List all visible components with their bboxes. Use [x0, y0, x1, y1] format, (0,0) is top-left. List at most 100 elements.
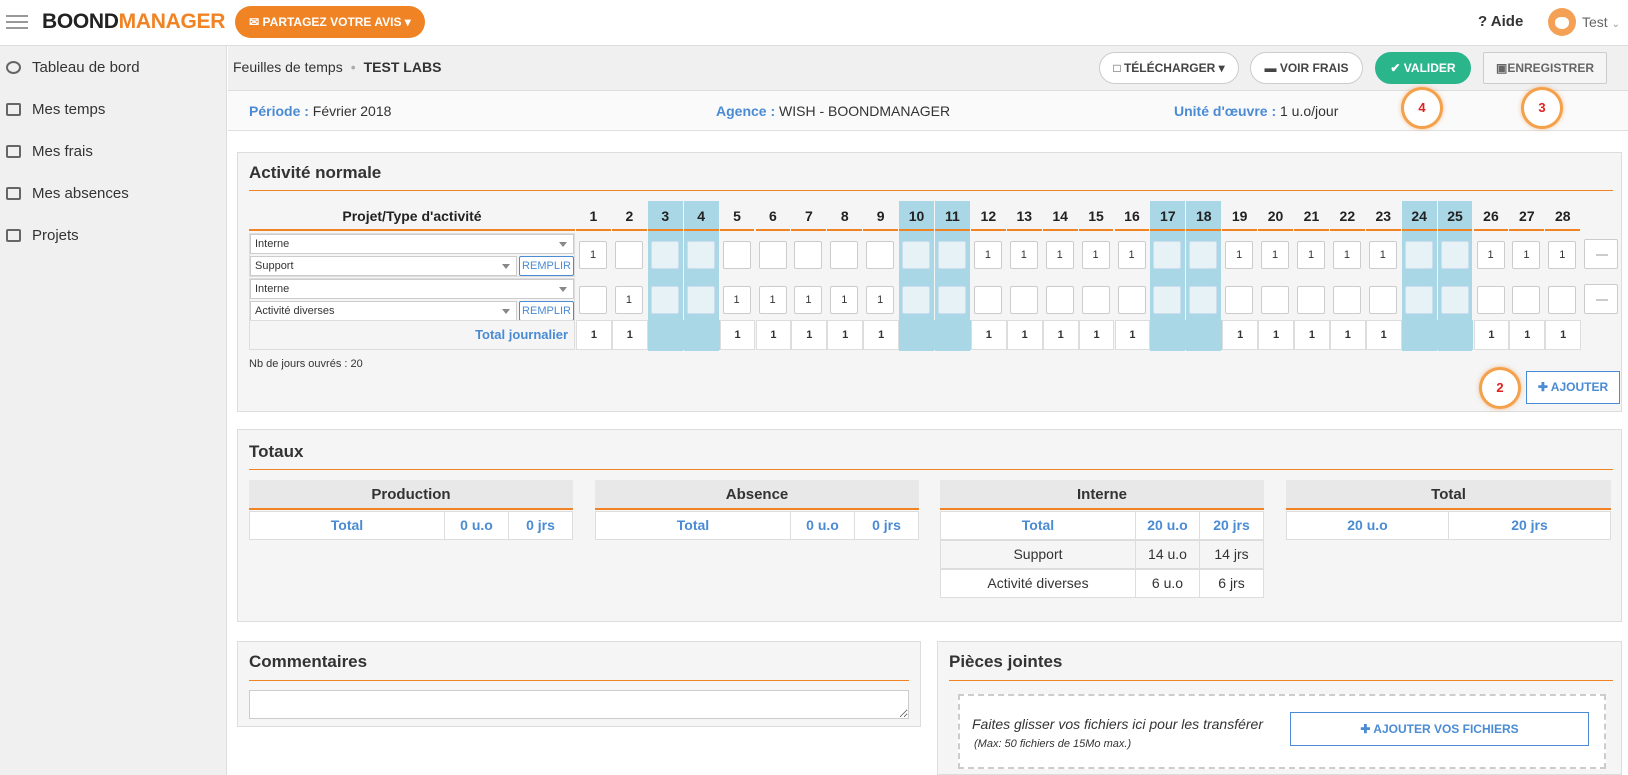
internal-row-uo: 6 u.o: [1135, 569, 1200, 598]
fill-button[interactable]: REMPLIR: [519, 301, 574, 321]
day-input[interactable]: 1: [1548, 241, 1577, 269]
validate-button[interactable]: ✔ VALIDER: [1375, 52, 1471, 84]
comment-input[interactable]: [249, 690, 909, 719]
user-menu[interactable]: Test ⌄: [1582, 14, 1620, 30]
logo[interactable]: BOONDMANAGER: [42, 10, 225, 34]
internal-row-name: Support: [940, 540, 1136, 569]
remove-row-button[interactable]: [1584, 239, 1619, 269]
sidebar-item-times[interactable]: Mes temps: [0, 96, 227, 126]
day-input[interactable]: 1: [1117, 241, 1146, 269]
day-input[interactable]: 1: [1297, 241, 1325, 269]
day-input[interactable]: 1: [1332, 241, 1361, 269]
category-select[interactable]: Interne: [250, 234, 574, 254]
activity-select[interactable]: Support: [250, 256, 517, 276]
activity-select[interactable]: Activité diverses: [250, 301, 517, 321]
category-select[interactable]: Interne: [250, 279, 574, 299]
day-input[interactable]: 1: [1512, 241, 1541, 269]
help-link[interactable]: ? Aide: [1478, 13, 1523, 30]
day-input[interactable]: [1548, 286, 1577, 314]
attachments-title: Pièces jointes: [949, 652, 1063, 671]
day-input[interactable]: [686, 286, 715, 314]
day-input[interactable]: [1297, 286, 1325, 314]
daily-total-cell: [935, 320, 971, 350]
day-input[interactable]: [973, 286, 1002, 314]
work-unit: Unité d'œuvre : 1 u.o/jour: [1174, 103, 1339, 119]
day-input[interactable]: 1: [1009, 241, 1038, 269]
day-input[interactable]: [1440, 286, 1469, 314]
day-input[interactable]: 1: [722, 286, 751, 314]
view-expenses-button[interactable]: ▬ VOIR FRAIS: [1250, 52, 1363, 84]
day-input[interactable]: [1261, 286, 1290, 314]
day-input[interactable]: 1: [794, 286, 823, 314]
day-input[interactable]: [579, 286, 607, 314]
day-input[interactable]: [1009, 286, 1038, 314]
totals-title: Totaux: [249, 442, 304, 461]
day-input[interactable]: [1153, 286, 1182, 314]
file-pdf-icon: □: [1113, 61, 1124, 75]
day-input[interactable]: [1332, 286, 1361, 314]
sidebar-item-projects[interactable]: Projets: [0, 222, 227, 252]
daily-total-cell: [647, 320, 684, 350]
day-input[interactable]: [794, 241, 823, 269]
day-input[interactable]: [650, 286, 679, 314]
breadcrumb-timesheets[interactable]: Feuilles de temps: [233, 59, 343, 75]
day-input[interactable]: 1: [973, 241, 1002, 269]
day-input[interactable]: 1: [1368, 241, 1397, 269]
question-icon: ?: [1478, 13, 1491, 30]
day-input[interactable]: 1: [579, 241, 607, 269]
day-input[interactable]: [722, 241, 751, 269]
credit-card-icon: [6, 145, 21, 158]
download-button[interactable]: □ TÉLÉCHARGER ▾: [1099, 52, 1239, 84]
day-input[interactable]: [1045, 286, 1074, 314]
day-input[interactable]: [758, 241, 787, 269]
top-bar: BOONDMANAGER ✉ PARTAGEZ VOTRE AVIS ▾ ? A…: [0, 0, 1628, 46]
menu-icon[interactable]: [6, 12, 28, 30]
day-input[interactable]: [1189, 286, 1218, 314]
day-input[interactable]: [938, 286, 966, 314]
daily-total-cell: 1: [1114, 320, 1151, 350]
add-files-button[interactable]: ✚ AJOUTER VOS FICHIERS: [1290, 712, 1589, 746]
day-input[interactable]: 1: [758, 286, 787, 314]
day-input[interactable]: [902, 241, 931, 269]
day-input[interactable]: [1404, 286, 1433, 314]
day-input[interactable]: 1: [1476, 241, 1505, 269]
day-input[interactable]: 1: [1045, 241, 1074, 269]
grand-total-uo: 20 u.o: [1286, 511, 1449, 540]
day-input[interactable]: [1153, 241, 1182, 269]
day-input[interactable]: [650, 241, 679, 269]
day-input[interactable]: 1: [1261, 241, 1290, 269]
save-button[interactable]: ▣ENREGISTRER: [1483, 52, 1607, 84]
sidebar-item-dashboard[interactable]: Tableau de bord: [0, 54, 227, 84]
day-header: 14: [1042, 201, 1078, 231]
day-input[interactable]: [1476, 286, 1505, 314]
day-input[interactable]: [686, 241, 715, 269]
file-dropzone[interactable]: Faites glisser vos fichiers ici pour les…: [958, 694, 1606, 769]
avatar[interactable]: [1548, 8, 1576, 36]
day-input[interactable]: [1117, 286, 1146, 314]
sidebar: Tableau de bord Mes temps Mes frais Mes …: [0, 46, 227, 775]
megaphone-icon: ✉: [249, 15, 263, 29]
sidebar-item-absences[interactable]: Mes absences: [0, 180, 227, 210]
day-input[interactable]: 1: [1225, 241, 1254, 269]
day-input[interactable]: [614, 241, 643, 269]
fill-button[interactable]: REMPLIR: [519, 256, 574, 276]
day-input[interactable]: [1512, 286, 1541, 314]
day-input[interactable]: 1: [830, 286, 859, 314]
day-input[interactable]: [866, 241, 895, 269]
day-input[interactable]: [1404, 241, 1433, 269]
sidebar-item-expenses[interactable]: Mes frais: [0, 138, 227, 168]
day-input[interactable]: [1189, 241, 1218, 269]
day-input[interactable]: 1: [866, 286, 895, 314]
day-input[interactable]: 1: [1081, 241, 1110, 269]
day-input[interactable]: 1: [614, 286, 643, 314]
add-row-button[interactable]: ✚ AJOUTER: [1526, 371, 1620, 404]
feedback-button[interactable]: ✉ PARTAGEZ VOTRE AVIS ▾: [235, 6, 425, 38]
day-input[interactable]: [1368, 286, 1397, 314]
day-input[interactable]: [902, 286, 931, 314]
day-input[interactable]: [830, 241, 859, 269]
remove-row-button[interactable]: [1584, 284, 1619, 314]
day-input[interactable]: [938, 241, 966, 269]
day-input[interactable]: [1225, 286, 1254, 314]
day-input[interactable]: [1440, 241, 1469, 269]
day-input[interactable]: [1081, 286, 1110, 314]
